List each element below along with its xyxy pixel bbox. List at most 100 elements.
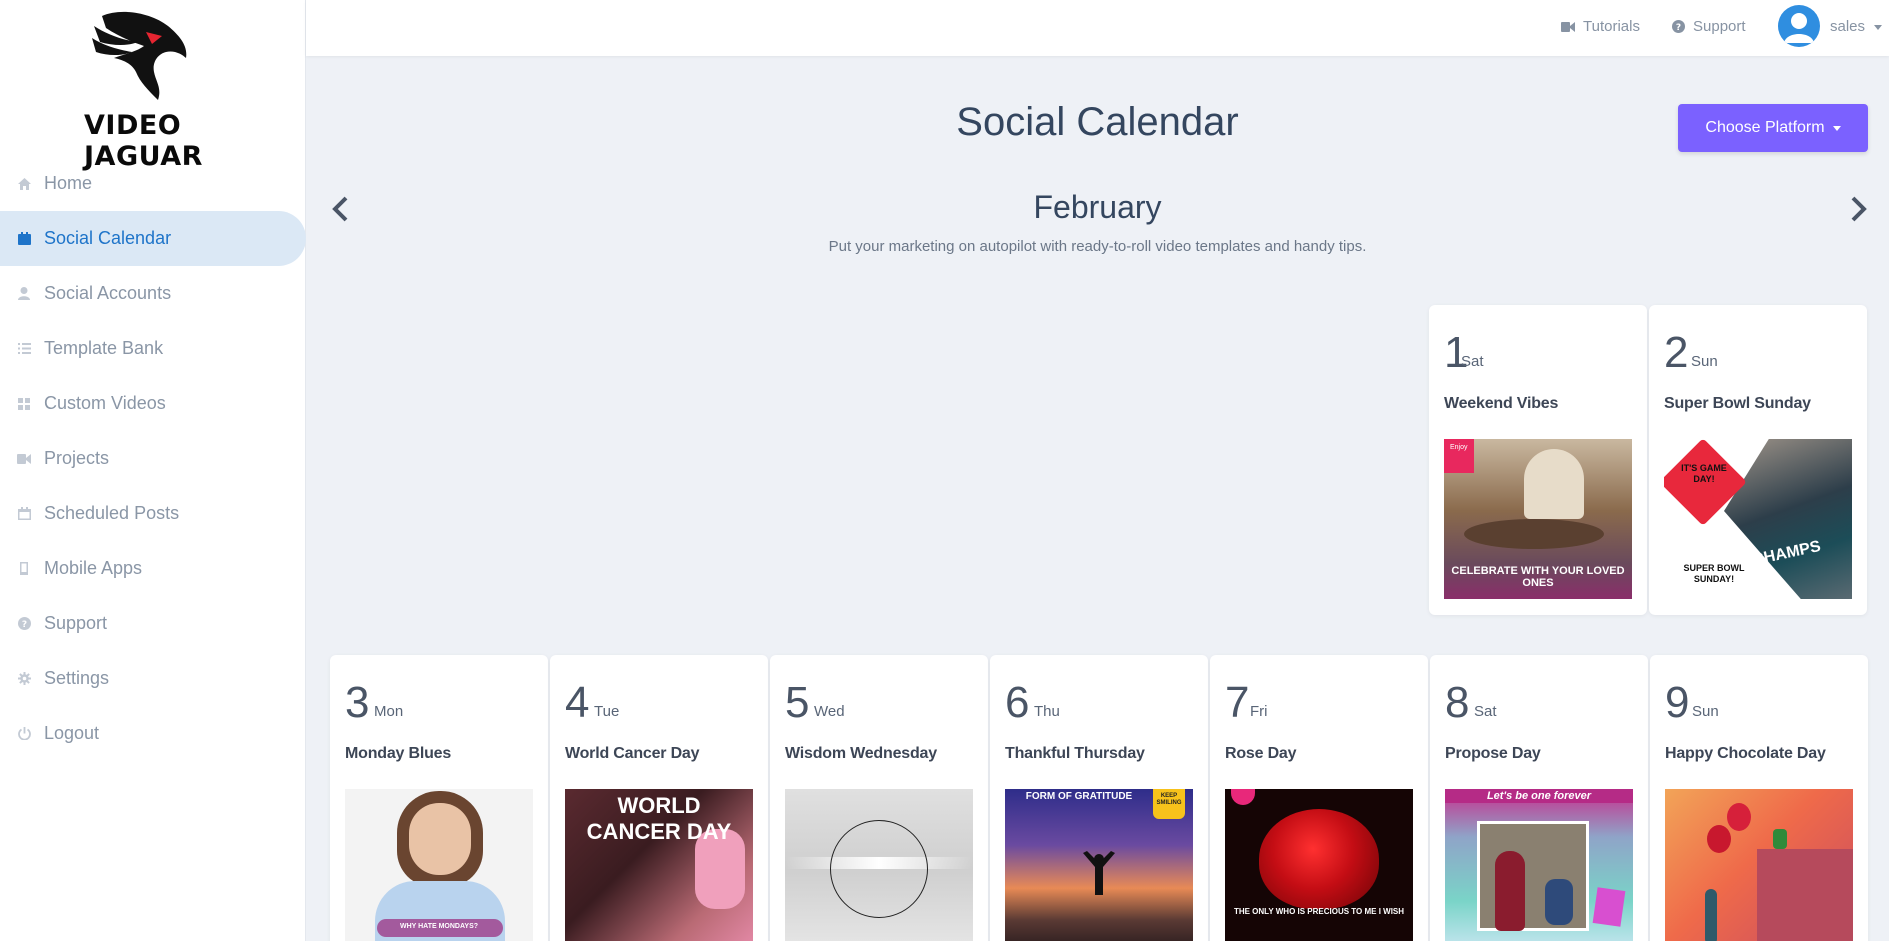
thumb-rose xyxy=(1259,809,1379,909)
sidebar-item-template-bank[interactable]: Template Bank xyxy=(0,321,306,376)
thumb-circle xyxy=(830,820,928,918)
tutorials-link[interactable]: Tutorials xyxy=(1561,18,1640,35)
top-bar: Tutorials ? Support sales xyxy=(306,0,1889,56)
power-icon xyxy=(17,727,31,741)
thumb-caption: THE ONLY WHO IS PRECIOUS TO ME I WISH xyxy=(1233,907,1405,916)
sidebar: VIDEO JAGUAR Home Social Calendar Social… xyxy=(0,0,306,941)
support-link[interactable]: ? Support xyxy=(1672,18,1746,35)
sidebar-item-label: Custom Videos xyxy=(44,393,166,413)
day-number: 8 xyxy=(1445,678,1470,727)
home-icon xyxy=(17,177,31,191)
sidebar-item-home[interactable]: Home xyxy=(0,156,306,211)
page-title: Social Calendar xyxy=(956,100,1239,144)
next-month-button[interactable] xyxy=(1843,194,1871,224)
day-number: 6 xyxy=(1005,678,1030,727)
thumb-caption: Let's be one forever xyxy=(1445,789,1633,803)
day-card-5[interactable]: 5 Wed Wisdom Wednesday xyxy=(770,655,988,941)
thumb-table xyxy=(1464,519,1604,549)
choose-platform-button[interactable]: Choose Platform xyxy=(1678,104,1868,152)
caret-down-icon xyxy=(1832,125,1841,131)
thumb-plant xyxy=(1773,829,1787,849)
chevron-right-icon xyxy=(1851,196,1867,222)
day-of-week: Mon xyxy=(374,703,404,720)
thumb-caption-2: SUPER BOWL SUNDAY! xyxy=(1683,563,1745,584)
sidebar-item-scheduled-posts[interactable]: Scheduled Posts xyxy=(0,486,306,541)
sidebar-item-label: Scheduled Posts xyxy=(44,503,180,523)
video-camera-icon xyxy=(17,452,31,466)
sidebar-item-label: Support xyxy=(44,613,108,633)
question-circle-icon: ? xyxy=(17,617,31,631)
event-title: Thankful Thursday xyxy=(1005,745,1145,762)
sidebar-item-label: Projects xyxy=(44,448,110,468)
thumb-caption: FORM OF GRATITUDE xyxy=(1025,791,1133,802)
sidebar-item-settings[interactable]: Settings xyxy=(0,651,306,706)
svg-text:?: ? xyxy=(21,620,26,630)
tutorials-label: Tutorials xyxy=(1583,18,1640,35)
day-card-7[interactable]: 7 Fri Rose Day THE ONLY WHO IS PRECIOUS … xyxy=(1210,655,1428,941)
sidebar-nav: Home Social Calendar Social Accounts Tem… xyxy=(0,156,306,761)
day-of-week: Sat xyxy=(1474,703,1497,720)
thumb-caption: WHY HATE MONDAYS? xyxy=(399,923,479,930)
sidebar-item-label: Home xyxy=(44,173,93,193)
thumb-child xyxy=(1705,889,1717,941)
video-jaguar-logo[interactable]: VIDEO JAGUAR xyxy=(40,6,270,172)
thumb-woman xyxy=(1495,851,1525,931)
chevron-down-icon xyxy=(1874,24,1883,30)
event-thumbnail xyxy=(785,789,973,941)
day-of-week: Sun xyxy=(1692,703,1719,720)
user-menu[interactable]: sales xyxy=(1830,18,1883,35)
day-number: 4 xyxy=(565,678,590,727)
day-card-3[interactable]: 3 Mon Monday Blues WHY HATE MONDAYS? xyxy=(330,655,548,941)
day-of-week: Tue xyxy=(594,703,620,720)
grid-icon xyxy=(17,397,31,411)
sidebar-item-label: Social Accounts xyxy=(44,283,172,303)
day-of-week: Wed xyxy=(814,703,845,720)
event-thumbnail: THE ONLY WHO IS PRECIOUS TO ME I WISH xyxy=(1225,789,1413,941)
day-card-6[interactable]: 6 Thu Thankful Thursday KEEP SMILING FOR… xyxy=(990,655,1208,941)
sidebar-item-label: Settings xyxy=(44,668,110,688)
calendar-icon xyxy=(17,232,31,246)
question-circle-icon: ? xyxy=(1672,20,1685,33)
sidebar-item-logout[interactable]: Logout xyxy=(0,706,306,761)
support-label: Support xyxy=(1693,18,1746,35)
event-title: Happy Chocolate Day xyxy=(1665,745,1826,762)
thumb-figure xyxy=(1524,449,1584,519)
day-card-2[interactable]: 2 Sun Super Bowl Sunday IT'S GAME DAY! C… xyxy=(1649,305,1867,615)
sidebar-item-custom-videos[interactable]: Custom Videos xyxy=(0,376,306,431)
sidebar-item-label: Logout xyxy=(44,723,100,743)
day-card-4[interactable]: 4 Tue World Cancer Day WORLD CANCER DAY xyxy=(550,655,768,941)
user-icon xyxy=(17,287,31,301)
day-of-week: Sun xyxy=(1691,353,1718,370)
thumb-gift xyxy=(1592,887,1626,927)
event-title: Super Bowl Sunday xyxy=(1664,395,1811,412)
day-of-week: Sat xyxy=(1461,353,1484,370)
day-number: 5 xyxy=(785,678,810,727)
day-card-1[interactable]: 1 Sat Weekend Vibes Enjoy CELEBRATE WITH… xyxy=(1429,305,1647,615)
day-card-9[interactable]: 9 Sun Happy Chocolate Day xyxy=(1650,655,1868,941)
avatar[interactable] xyxy=(1778,5,1820,47)
thumb-balloon-2 xyxy=(1707,825,1731,853)
day-card-8[interactable]: 8 Sat Propose Day Let's be one forever xyxy=(1430,655,1648,941)
thumb-balloon xyxy=(1727,803,1751,831)
thumb-badge xyxy=(1231,789,1255,805)
event-thumbnail xyxy=(1665,789,1853,941)
sidebar-item-social-accounts[interactable]: Social Accounts xyxy=(0,266,306,321)
event-title: Weekend Vibes xyxy=(1444,395,1559,412)
event-title: World Cancer Day xyxy=(565,745,700,762)
thumb-face xyxy=(409,803,471,875)
sidebar-item-label: Social Calendar xyxy=(44,228,172,248)
video-camera-icon xyxy=(1561,21,1575,32)
sidebar-item-support[interactable]: ? Support xyxy=(0,596,306,651)
event-thumbnail: Enjoy CELEBRATE WITH YOUR LOVED ONES xyxy=(1444,439,1632,599)
sidebar-item-mobile-apps[interactable]: Mobile Apps xyxy=(0,541,306,596)
day-of-week: Fri xyxy=(1250,703,1268,720)
sidebar-item-social-calendar[interactable]: Social Calendar xyxy=(0,211,306,266)
list-icon xyxy=(17,342,31,356)
event-title: Propose Day xyxy=(1445,745,1541,762)
sidebar-item-projects[interactable]: Projects xyxy=(0,431,306,486)
thumb-person-silhouette xyxy=(1083,851,1115,895)
event-thumbnail: WHY HATE MONDAYS? xyxy=(345,789,533,941)
mobile-icon xyxy=(17,562,31,576)
day-number: 7 xyxy=(1225,678,1250,727)
sidebar-item-label: Mobile Apps xyxy=(44,558,143,578)
